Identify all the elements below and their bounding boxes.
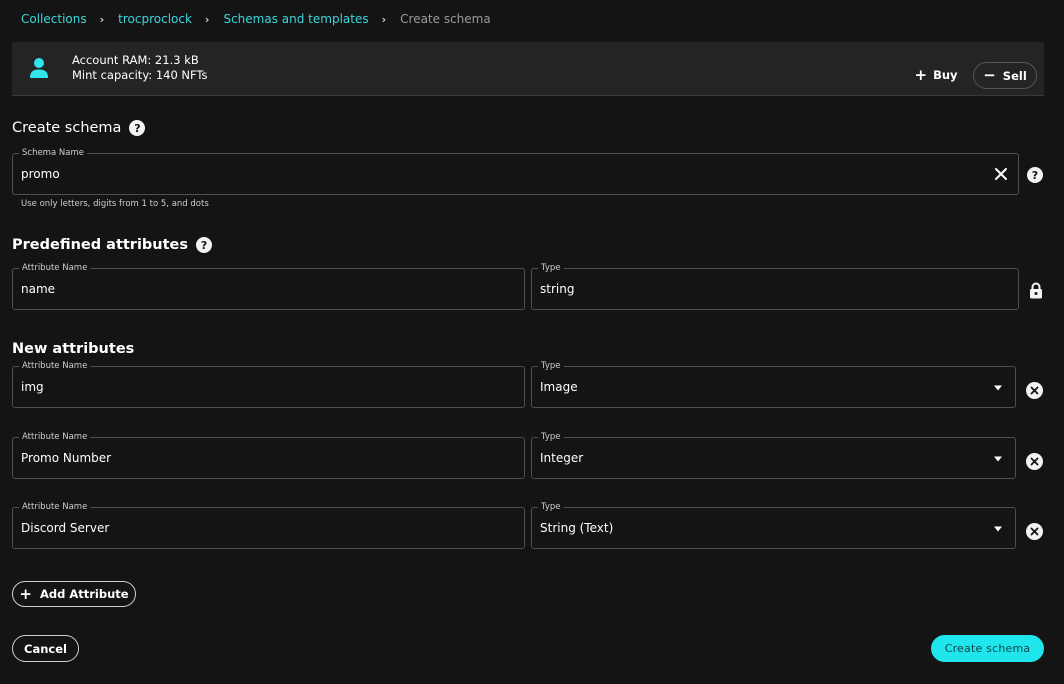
new-attributes-title: New attributes xyxy=(12,341,135,357)
attribute-type-select[interactable]: Type String (Text) xyxy=(531,500,1016,549)
attribute-name-label: Attribute Name xyxy=(19,359,91,373)
sell-label: Sell xyxy=(1002,68,1027,83)
close-icon xyxy=(1030,457,1039,466)
schema-name-label: Schema Name xyxy=(19,146,87,160)
create-schema-title: Create schema xyxy=(12,120,122,136)
add-attribute-button[interactable]: + Add Attribute xyxy=(12,581,136,607)
attribute-name-value[interactable]: img xyxy=(21,380,44,394)
help-icon[interactable]: ? xyxy=(129,120,146,136)
attribute-type-value: String (Text) xyxy=(540,521,614,535)
attribute-type-select[interactable]: Type Integer xyxy=(531,430,1016,479)
breadcrumb-current: Create schema xyxy=(400,12,491,26)
predefined-attribute-type-field: Type string xyxy=(531,261,1019,310)
breadcrumb-collection[interactable]: trocproclock xyxy=(118,12,192,26)
schema-name-field[interactable]: Schema Name promo xyxy=(12,146,1019,195)
plus-icon: + xyxy=(19,584,32,603)
minus-icon: − xyxy=(983,66,996,84)
predefined-attribute-name-field: Attribute Name name xyxy=(12,261,525,310)
add-attribute-label: Add Attribute xyxy=(39,587,129,601)
breadcrumb-collections[interactable]: Collections xyxy=(21,12,87,26)
attribute-name-value[interactable]: Promo Number xyxy=(21,451,111,465)
chevron-right-icon: › xyxy=(204,12,210,26)
attribute-name-value[interactable]: Discord Server xyxy=(21,521,109,535)
cancel-label: Cancel xyxy=(24,641,67,656)
attribute-name-field[interactable]: Attribute Name img xyxy=(12,359,525,408)
plus-icon: + xyxy=(914,65,928,84)
account-ram: Account RAM: 21.3 kB xyxy=(72,53,199,67)
caret-down-icon xyxy=(994,385,1002,391)
attribute-type-label: Type xyxy=(538,500,564,514)
schema-name-helper: Use only letters, digits from 1 to 5, an… xyxy=(21,199,209,209)
attribute-type-value: Integer xyxy=(540,451,584,465)
attribute-name-label: Attribute Name xyxy=(19,430,91,444)
create-schema-label: Create schema xyxy=(944,642,1031,655)
breadcrumb: Collections › trocproclock › Schemas and… xyxy=(21,10,491,28)
help-icon[interactable]: ? xyxy=(1027,167,1043,183)
attribute-type-value: string xyxy=(540,282,575,296)
chevron-right-icon: › xyxy=(381,12,387,26)
mint-capacity: Mint capacity: 140 NFTs xyxy=(72,68,208,82)
lock-icon xyxy=(1030,282,1042,299)
buy-button[interactable]: + Buy xyxy=(908,62,964,88)
close-icon xyxy=(1030,527,1039,536)
attribute-name-field[interactable]: Attribute Name Promo Number xyxy=(12,430,525,479)
remove-attribute-button[interactable] xyxy=(1026,523,1043,540)
close-icon[interactable] xyxy=(994,167,1008,181)
remove-attribute-button[interactable] xyxy=(1026,453,1043,470)
attribute-name-field[interactable]: Attribute Name Discord Server xyxy=(12,500,525,549)
attribute-name-label: Attribute Name xyxy=(19,261,91,275)
new-attributes-heading: New attributes xyxy=(12,341,134,357)
attribute-type-label: Type xyxy=(538,430,564,444)
caret-down-icon xyxy=(994,526,1002,532)
predefined-attributes-heading: Predefined attributes ? xyxy=(12,237,213,253)
attribute-type-label: Type xyxy=(538,359,564,373)
attribute-type-value: Image xyxy=(540,380,578,394)
caret-down-icon xyxy=(994,456,1002,462)
predefined-attributes-title: Predefined attributes xyxy=(12,237,189,253)
create-schema-button[interactable]: Create schema xyxy=(931,635,1044,662)
attribute-name-label: Attribute Name xyxy=(19,500,91,514)
attribute-name-value: name xyxy=(21,282,56,296)
cancel-button[interactable]: Cancel xyxy=(12,635,79,662)
chevron-right-icon: › xyxy=(99,12,105,26)
remove-attribute-button[interactable] xyxy=(1026,382,1043,399)
sell-button[interactable]: − Sell xyxy=(973,62,1037,89)
attribute-type-label: Type xyxy=(538,261,564,275)
close-icon xyxy=(1030,386,1039,395)
schema-name-value[interactable]: promo xyxy=(21,167,60,181)
create-schema-heading: Create schema ? xyxy=(12,120,146,136)
attribute-type-select[interactable]: Type Image xyxy=(531,359,1016,408)
help-icon[interactable]: ? xyxy=(196,237,213,253)
buy-label: Buy xyxy=(933,68,958,82)
breadcrumb-schemas-templates[interactable]: Schemas and templates xyxy=(223,12,368,26)
account-resources-panel: Account RAM: 21.3 kB Mint capacity: 140 … xyxy=(12,42,1044,96)
person-icon xyxy=(30,58,48,78)
